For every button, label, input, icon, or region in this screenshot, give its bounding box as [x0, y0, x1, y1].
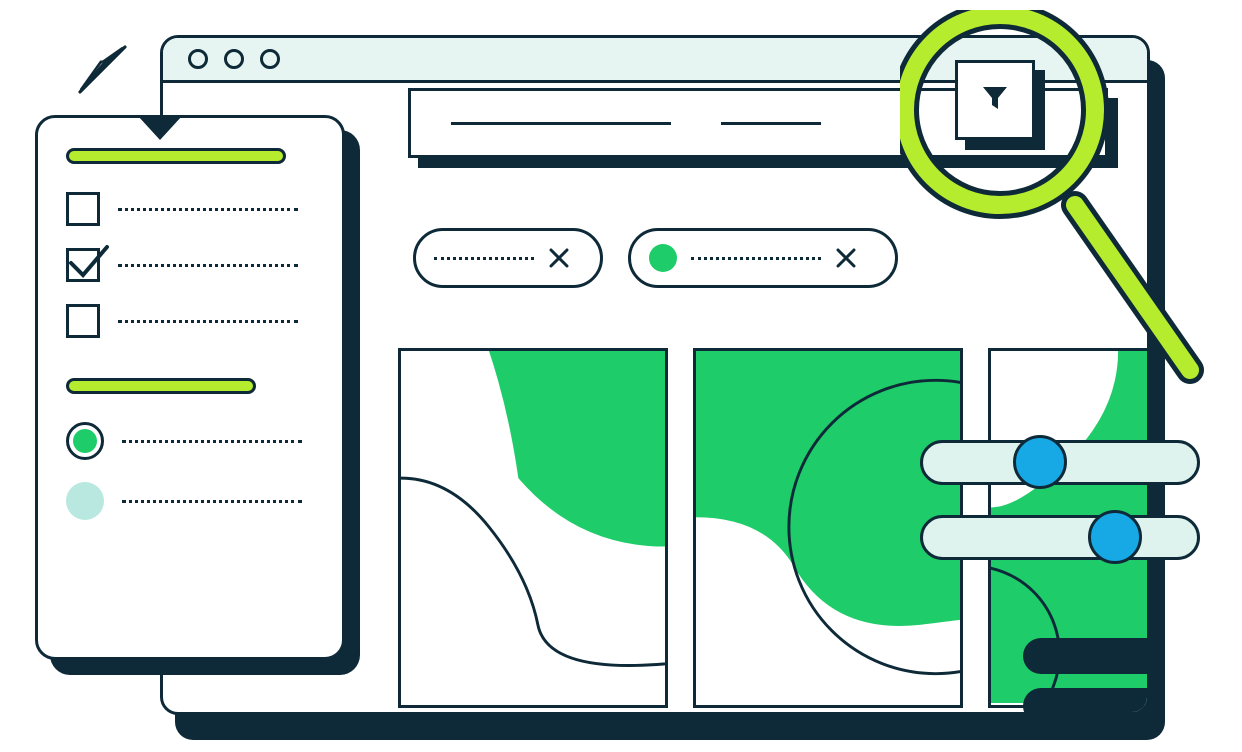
- slider-thumb[interactable]: [1088, 510, 1142, 564]
- filter-panel: [35, 115, 345, 660]
- slider-thumb[interactable]: [1013, 435, 1067, 489]
- chip-remove-icon[interactable]: [548, 247, 570, 269]
- address-text-segment: [451, 122, 671, 125]
- chip-label-placeholder: [434, 257, 534, 260]
- checkbox-row[interactable]: [66, 248, 314, 282]
- status-dot-icon: [649, 244, 677, 272]
- panel-notch-icon: [138, 116, 182, 147]
- radio-row[interactable]: [66, 422, 314, 460]
- range-slider[interactable]: [920, 440, 1200, 485]
- checkbox-row[interactable]: [66, 192, 314, 226]
- magnifier-icon: [900, 10, 1240, 415]
- cursor-pointer-icon: [75, 40, 135, 105]
- checkbox-label-placeholder: [118, 208, 298, 211]
- radio-row[interactable]: [66, 482, 314, 520]
- filter-chip-active[interactable]: [628, 228, 898, 288]
- filter-chip[interactable]: [413, 228, 603, 288]
- checkbox-label-placeholder: [118, 264, 298, 267]
- filter-chip-row: [413, 228, 898, 288]
- traffic-light-zoom[interactable]: [260, 49, 280, 69]
- checkbox-unchecked[interactable]: [66, 192, 100, 226]
- scroll-shadow-bar: [1023, 638, 1150, 674]
- traffic-light-close[interactable]: [188, 49, 208, 69]
- radio-label-placeholder: [122, 440, 302, 443]
- checkbox-row[interactable]: [66, 304, 314, 338]
- section-header-bar: [66, 378, 256, 394]
- section-header-bar: [66, 148, 286, 164]
- range-slider[interactable]: [920, 515, 1200, 560]
- radio-label-placeholder: [122, 500, 302, 503]
- gallery-card[interactable]: [398, 348, 668, 708]
- traffic-light-minimize[interactable]: [224, 49, 244, 69]
- radio-selected[interactable]: [66, 422, 104, 460]
- checkbox-label-placeholder: [118, 320, 298, 323]
- chip-remove-icon[interactable]: [835, 247, 857, 269]
- checkbox-checked[interactable]: [66, 248, 100, 282]
- scroll-shadow-bar: [1023, 688, 1150, 715]
- slider-controls: [920, 440, 1200, 590]
- chip-label-placeholder: [691, 257, 821, 260]
- radio-unselected[interactable]: [66, 482, 104, 520]
- checkbox-unchecked[interactable]: [66, 304, 100, 338]
- address-text-segment: [721, 122, 821, 125]
